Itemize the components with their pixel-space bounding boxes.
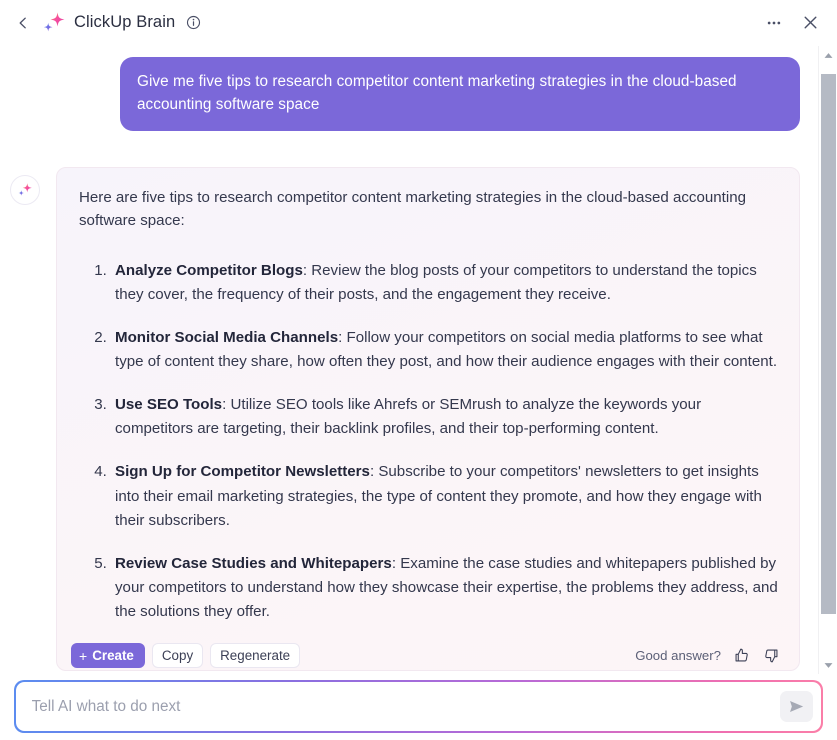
tips-list: Analyze Competitor Blogs: Review the blo…	[77, 259, 779, 625]
page-title: ClickUp Brain	[74, 13, 176, 31]
scroll-down-button[interactable]	[819, 656, 837, 674]
list-item: Analyze Competitor Blogs: Review the blo…	[111, 259, 779, 307]
chevron-left-icon	[19, 17, 26, 28]
tip-title: Analyze Competitor Blogs	[115, 261, 303, 279]
composer-gradient-border	[14, 680, 823, 733]
create-button-label: Create	[92, 648, 134, 664]
scroll-down-arrow-icon	[824, 662, 833, 668]
tip-title: Use SEO Tools	[115, 396, 223, 414]
user-message-bubble: Give me five tips to research competitor…	[120, 57, 800, 131]
regenerate-button[interactable]: Regenerate	[210, 643, 301, 669]
thumbs-down-icon	[765, 649, 778, 663]
list-item: Review Case Studies and Whitepapers: Exa…	[111, 552, 779, 624]
sparkle-logo-icon	[40, 9, 68, 37]
scrollbar-thumb[interactable]	[821, 74, 836, 614]
send-button[interactable]	[780, 691, 814, 722]
list-item: Use SEO Tools: Utilize SEO tools like Ah…	[111, 393, 779, 441]
list-item: Monitor Social Media Channels: Follow yo…	[111, 326, 779, 374]
copy-button-label: Copy	[161, 648, 194, 664]
assistant-response-card: Here are five tips to research competito…	[56, 166, 800, 672]
copy-button[interactable]: Copy	[151, 643, 204, 669]
plus-icon: +	[79, 647, 88, 664]
feedback-label: Good answer?	[635, 648, 721, 664]
create-button[interactable]: + Create	[71, 643, 145, 669]
scrollbar-track[interactable]	[821, 64, 836, 656]
info-circle-icon[interactable]	[182, 12, 204, 34]
scroll-up-arrow-icon	[824, 52, 833, 58]
more-options-button[interactable]	[761, 10, 787, 36]
app-header: ClickUp Brain	[0, 0, 837, 46]
response-intro: Here are five tips to research competito…	[79, 188, 746, 230]
chat-scroll-area[interactable]: Give me five tips to research competitor…	[0, 46, 818, 674]
response-action-bar: + Create Copy Regenerate Good answer?	[71, 643, 785, 670]
assistant-avatar	[10, 174, 40, 205]
tip-title: Monitor Social Media Channels	[115, 328, 339, 346]
close-icon	[804, 16, 816, 29]
more-horizontal-icon	[767, 21, 781, 24]
vertical-scrollbar[interactable]	[818, 46, 837, 674]
thumbs-up-button[interactable]	[732, 646, 751, 665]
list-item: Sign Up for Competitor Newsletters: Subs…	[111, 460, 779, 532]
assistant-message-row: Here are five tips to research competito…	[0, 131, 818, 672]
send-plane-icon	[790, 700, 804, 713]
back-button[interactable]	[10, 10, 36, 36]
thumbs-down-button[interactable]	[762, 646, 781, 665]
chat-input[interactable]	[31, 681, 781, 732]
close-button[interactable]	[797, 10, 823, 36]
sparkle-avatar-icon	[18, 182, 32, 196]
composer-inner	[15, 681, 822, 732]
feedback-group: Good answer?	[635, 646, 785, 665]
thumbs-up-icon	[735, 648, 748, 662]
scroll-up-button[interactable]	[819, 46, 837, 64]
tip-title: Sign Up for Competitor Newsletters	[115, 463, 370, 481]
composer-area	[0, 674, 837, 740]
user-message-row: Give me five tips to research competitor…	[0, 46, 818, 131]
tip-title: Review Case Studies and Whitepapers	[115, 554, 392, 572]
regenerate-button-label: Regenerate	[220, 648, 291, 664]
